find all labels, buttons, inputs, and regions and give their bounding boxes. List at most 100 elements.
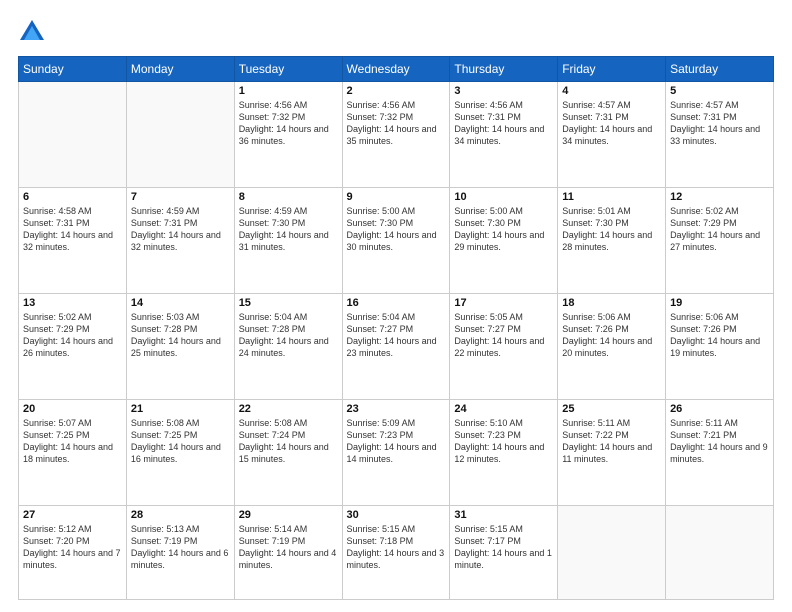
day-detail: Sunrise: 5:12 AMSunset: 7:20 PMDaylight:…	[23, 523, 122, 572]
calendar-header: SundayMondayTuesdayWednesdayThursdayFrid…	[19, 57, 774, 82]
day-number: 28	[131, 509, 230, 521]
day-detail: Sunrise: 4:57 AMSunset: 7:31 PMDaylight:…	[562, 99, 661, 148]
day-number: 3	[454, 85, 553, 97]
day-number: 24	[454, 403, 553, 415]
day-detail: Sunrise: 5:03 AMSunset: 7:28 PMDaylight:…	[131, 311, 230, 360]
logo	[18, 18, 50, 46]
day-detail: Sunrise: 5:14 AMSunset: 7:19 PMDaylight:…	[239, 523, 338, 572]
day-number: 31	[454, 509, 553, 521]
calendar-cell: 27 Sunrise: 5:12 AMSunset: 7:20 PMDayligh…	[19, 506, 127, 600]
day-detail: Sunrise: 5:04 AMSunset: 7:27 PMDaylight:…	[347, 311, 446, 360]
calendar-cell: 26 Sunrise: 5:11 AMSunset: 7:21 PMDayligh…	[666, 400, 774, 506]
day-detail: Sunrise: 4:56 AMSunset: 7:32 PMDaylight:…	[239, 99, 338, 148]
day-number: 26	[670, 403, 769, 415]
day-detail: Sunrise: 5:09 AMSunset: 7:23 PMDaylight:…	[347, 417, 446, 466]
day-detail: Sunrise: 5:02 AMSunset: 7:29 PMDaylight:…	[670, 205, 769, 254]
day-detail: Sunrise: 5:06 AMSunset: 7:26 PMDaylight:…	[562, 311, 661, 360]
calendar-cell: 14 Sunrise: 5:03 AMSunset: 7:28 PMDayligh…	[126, 294, 234, 400]
day-detail: Sunrise: 4:57 AMSunset: 7:31 PMDaylight:…	[670, 99, 769, 148]
calendar-cell: 20Sunrise: 5:07 AMSunset: 7:25 PMDayligh…	[19, 400, 127, 506]
day-detail: Sunrise: 4:56 AMSunset: 7:31 PMDaylight:…	[454, 99, 553, 148]
day-detail: Sunrise: 4:59 AMSunset: 7:31 PMDaylight:…	[131, 205, 230, 254]
calendar-cell	[126, 82, 234, 188]
calendar-cell: 22Sunrise: 5:08 AMSunset: 7:24 PMDayligh…	[234, 400, 342, 506]
day-number: 23	[347, 403, 446, 415]
calendar-body: 1Sunrise: 4:56 AMSunset: 7:32 PMDaylight…	[19, 82, 774, 600]
day-number: 18	[562, 297, 661, 309]
calendar-cell: 5Sunrise: 4:57 AMSunset: 7:31 PMDaylight…	[666, 82, 774, 188]
day-detail: Sunrise: 5:00 AMSunset: 7:30 PMDaylight:…	[347, 205, 446, 254]
day-number: 29	[239, 509, 338, 521]
calendar-cell: 11Sunrise: 5:01 AMSunset: 7:30 PMDayligh…	[558, 188, 666, 294]
day-number: 16	[347, 297, 446, 309]
calendar-cell	[666, 506, 774, 600]
day-number: 7	[131, 191, 230, 203]
day-detail: Sunrise: 4:59 AMSunset: 7:30 PMDaylight:…	[239, 205, 338, 254]
day-detail: Sunrise: 5:06 AMSunset: 7:26 PMDaylight:…	[670, 311, 769, 360]
calendar-week-3: 13Sunrise: 5:02 AMSunset: 7:29 PMDayligh…	[19, 294, 774, 400]
calendar-cell: 12 Sunrise: 5:02 AMSunset: 7:29 PMDayligh…	[666, 188, 774, 294]
day-number: 13	[23, 297, 122, 309]
logo-icon	[18, 18, 46, 46]
calendar-cell: 7 Sunrise: 4:59 AMSunset: 7:31 PMDaylight…	[126, 188, 234, 294]
day-detail: Sunrise: 5:08 AMSunset: 7:24 PMDaylight:…	[239, 417, 338, 466]
calendar-cell: 9 Sunrise: 5:00 AMSunset: 7:30 PMDaylight…	[342, 188, 450, 294]
day-number: 8	[239, 191, 338, 203]
calendar-week-1: 1Sunrise: 4:56 AMSunset: 7:32 PMDaylight…	[19, 82, 774, 188]
day-detail: Sunrise: 4:56 AMSunset: 7:32 PMDaylight:…	[347, 99, 446, 148]
day-detail: Sunrise: 5:11 AMSunset: 7:21 PMDaylight:…	[670, 417, 769, 466]
day-number: 12	[670, 191, 769, 203]
day-number: 25	[562, 403, 661, 415]
page: SundayMondayTuesdayWednesdayThursdayFrid…	[0, 0, 792, 612]
day-number: 10	[454, 191, 553, 203]
calendar-cell	[19, 82, 127, 188]
calendar-week-4: 20Sunrise: 5:07 AMSunset: 7:25 PMDayligh…	[19, 400, 774, 506]
calendar-cell: 19 Sunrise: 5:06 AMSunset: 7:26 PMDayligh…	[666, 294, 774, 400]
calendar-cell	[558, 506, 666, 600]
calendar-week-5: 27 Sunrise: 5:12 AMSunset: 7:20 PMDayligh…	[19, 506, 774, 600]
day-detail: Sunrise: 4:58 AMSunset: 7:31 PMDaylight:…	[23, 205, 122, 254]
day-number: 30	[347, 509, 446, 521]
calendar-cell: 28Sunrise: 5:13 AMSunset: 7:19 PMDayligh…	[126, 506, 234, 600]
day-detail: Sunrise: 5:11 AMSunset: 7:22 PMDaylight:…	[562, 417, 661, 466]
day-number: 19	[670, 297, 769, 309]
weekday-row: SundayMondayTuesdayWednesdayThursdayFrid…	[19, 57, 774, 82]
day-number: 6	[23, 191, 122, 203]
day-detail: Sunrise: 5:15 AMSunset: 7:18 PMDaylight:…	[347, 523, 446, 572]
weekday-header-friday: Friday	[558, 57, 666, 82]
calendar-cell: 31 Sunrise: 5:15 AMSunset: 7:17 PMDayligh…	[450, 506, 558, 600]
weekday-header-saturday: Saturday	[666, 57, 774, 82]
calendar-week-2: 6 Sunrise: 4:58 AMSunset: 7:31 PMDaylight…	[19, 188, 774, 294]
day-number: 4	[562, 85, 661, 97]
day-detail: Sunrise: 5:05 AMSunset: 7:27 PMDaylight:…	[454, 311, 553, 360]
day-detail: Sunrise: 5:10 AMSunset: 7:23 PMDaylight:…	[454, 417, 553, 466]
calendar-cell: 25 Sunrise: 5:11 AMSunset: 7:22 PMDayligh…	[558, 400, 666, 506]
calendar-cell: 16 Sunrise: 5:04 AMSunset: 7:27 PMDayligh…	[342, 294, 450, 400]
day-detail: Sunrise: 5:08 AMSunset: 7:25 PMDaylight:…	[131, 417, 230, 466]
calendar-cell: 21Sunrise: 5:08 AMSunset: 7:25 PMDayligh…	[126, 400, 234, 506]
calendar-cell: 18 Sunrise: 5:06 AMSunset: 7:26 PMDayligh…	[558, 294, 666, 400]
calendar-cell: 3 Sunrise: 4:56 AMSunset: 7:31 PMDaylight…	[450, 82, 558, 188]
day-number: 14	[131, 297, 230, 309]
day-detail: Sunrise: 5:01 AMSunset: 7:30 PMDaylight:…	[562, 205, 661, 254]
day-number: 2	[347, 85, 446, 97]
calendar-cell: 13Sunrise: 5:02 AMSunset: 7:29 PMDayligh…	[19, 294, 127, 400]
calendar-cell: 2 Sunrise: 4:56 AMSunset: 7:32 PMDaylight…	[342, 82, 450, 188]
calendar-cell: 30 Sunrise: 5:15 AMSunset: 7:18 PMDayligh…	[342, 506, 450, 600]
day-number: 27	[23, 509, 122, 521]
calendar-table: SundayMondayTuesdayWednesdayThursdayFrid…	[18, 56, 774, 600]
calendar-cell: 8 Sunrise: 4:59 AMSunset: 7:30 PMDaylight…	[234, 188, 342, 294]
day-detail: Sunrise: 5:04 AMSunset: 7:28 PMDaylight:…	[239, 311, 338, 360]
calendar-cell: 10 Sunrise: 5:00 AMSunset: 7:30 PMDayligh…	[450, 188, 558, 294]
calendar-cell: 15Sunrise: 5:04 AMSunset: 7:28 PMDayligh…	[234, 294, 342, 400]
calendar-cell: 23 Sunrise: 5:09 AMSunset: 7:23 PMDayligh…	[342, 400, 450, 506]
day-detail: Sunrise: 5:15 AMSunset: 7:17 PMDaylight:…	[454, 523, 553, 572]
day-detail: Sunrise: 5:07 AMSunset: 7:25 PMDaylight:…	[23, 417, 122, 466]
day-number: 9	[347, 191, 446, 203]
day-number: 17	[454, 297, 553, 309]
weekday-header-wednesday: Wednesday	[342, 57, 450, 82]
weekday-header-thursday: Thursday	[450, 57, 558, 82]
day-detail: Sunrise: 5:00 AMSunset: 7:30 PMDaylight:…	[454, 205, 553, 254]
weekday-header-sunday: Sunday	[19, 57, 127, 82]
weekday-header-tuesday: Tuesday	[234, 57, 342, 82]
